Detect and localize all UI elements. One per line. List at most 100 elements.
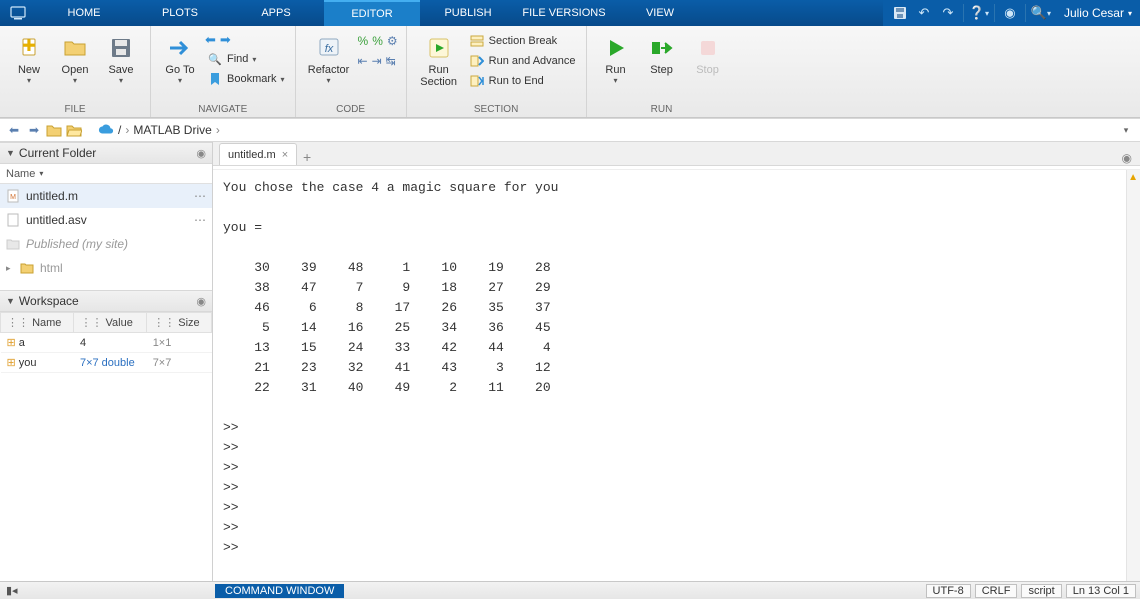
main-area: ▼ Current Folder ◉ Name ▾ M untitled.m ⋯… [0,142,1140,581]
ribbon: ✚ New ▾ Open ▾ Save ▾ FILE Go To ▾ [0,26,1140,118]
section-break-button[interactable]: Section Break [467,32,578,50]
folder-icon [6,237,20,251]
find-button[interactable]: 🔍 Find ▾ [205,50,287,68]
nav-up-folder-icon[interactable] [46,122,62,138]
app-icon [0,0,36,26]
status-filetype[interactable]: script [1021,584,1061,598]
item-menu-icon[interactable]: ⋯ [194,189,206,203]
status-collapse-icon[interactable]: ▮◂ [6,584,18,597]
find-icon: 🔍 [207,51,223,67]
settings-quick-icon[interactable]: ◉ [1001,4,1019,22]
nav-folder-open-icon[interactable] [66,122,82,138]
code-tools-row2[interactable]: ⇤⇥↹ [358,54,398,68]
open-button[interactable]: Open ▾ [54,30,96,85]
save-button[interactable]: Save ▾ [100,30,142,85]
ws-col-name[interactable]: ⋮⋮ Name [1,313,74,333]
redo-icon[interactable]: ↷ [939,4,957,22]
code-tools-row1[interactable]: %%⚙ [358,34,398,48]
path-root[interactable]: / [118,123,121,137]
tab-home[interactable]: HOME [36,0,132,26]
section-break-icon [469,33,485,49]
user-menu[interactable]: Julio Cesar ▾ [1056,6,1132,20]
ribbon-group-section: Run Section Section Break Run and Advanc… [407,26,587,117]
svg-text:fx: fx [324,43,333,55]
refactor-button[interactable]: fx Refactor ▾ [304,30,354,85]
nav-fwd-icon[interactable]: ➡ [26,122,42,138]
gear-icon[interactable]: ◉ [196,295,206,308]
current-folder-header[interactable]: Name ▾ [0,164,212,184]
run-advance-icon [469,53,485,69]
current-folder-title[interactable]: ▼ Current Folder ◉ [0,142,212,164]
run-to-end-button[interactable]: Run to End [467,72,578,90]
folder-html[interactable]: ▸ html [0,256,212,280]
bookmark-icon [207,71,223,87]
gear-icon[interactable]: ◉ [196,147,206,160]
svg-text:✚: ✚ [22,38,35,55]
folder-icon [20,261,34,275]
prev-next-icons[interactable]: ⬅➡ [205,32,287,48]
editor-area: untitled.m × + ◉ You chose the case 4 a … [213,142,1140,581]
new-button[interactable]: ✚ New ▾ [8,30,50,85]
ws-row[interactable]: ⊞ a 4 1×1 [1,333,212,353]
ribbon-group-navigate: Go To ▾ ⬅➡ 🔍 Find ▾ Bookmark ▾ NAVIG [151,26,296,117]
ws-col-size[interactable]: ⋮⋮ Size [147,313,212,333]
tab-gear-icon[interactable]: ◉ [1122,151,1140,165]
editor-scrollbar[interactable]: ▲ [1126,170,1140,581]
warning-icon[interactable]: ▲ [1128,172,1138,183]
save-quick-icon[interactable] [891,4,909,22]
undo-icon[interactable]: ↶ [915,4,933,22]
current-folder-list: M untitled.m ⋯ untitled.asv ⋯ Published … [0,184,212,280]
workspace-title[interactable]: ▼ Workspace ◉ [0,290,212,312]
tab-view[interactable]: VIEW [612,0,708,26]
bookmark-button[interactable]: Bookmark ▾ [205,70,287,88]
item-menu-icon[interactable]: ⋯ [194,213,206,227]
folder-published[interactable]: Published (my site) [0,232,212,256]
var-icon: ⊞ [7,357,16,369]
nav-back-icon[interactable]: ⬅ [6,122,22,138]
tab-editor[interactable]: EDITOR [324,0,420,26]
status-position[interactable]: Ln 13 Col 1 [1066,584,1136,598]
path-bar: ⬅ ➡ / › MATLAB Drive › ▾ [0,118,1140,142]
left-column: ▼ Current Folder ◉ Name ▾ M untitled.m ⋯… [0,142,213,581]
search-icon[interactable]: 🔍 ▾ [1032,4,1050,22]
file-untitled-m[interactable]: M untitled.m ⋯ [0,184,212,208]
ws-row[interactable]: ⊞ you 7×7 double 7×7 [1,353,212,373]
tab-publish[interactable]: PUBLISH [420,0,516,26]
editor-content[interactable]: You chose the case 4 a magic square for … [213,170,1126,581]
m-file-icon: M [6,189,20,203]
svg-text:M: M [10,194,16,201]
quick-access-toolbar: ↶ ↷ ❔ ▾ ◉ 🔍 ▾ Julio Cesar ▾ [883,0,1140,26]
step-button[interactable]: Step [641,30,683,76]
workspace-table: ⋮⋮ Name ⋮⋮ Value ⋮⋮ Size ⊞ a 4 1×1 ⊞ you… [0,312,212,373]
run-button[interactable]: Run ▾ [595,30,637,85]
tab-file-versions[interactable]: FILE VERSIONS [516,0,612,26]
path-folder[interactable]: MATLAB Drive [133,123,211,137]
path-dropdown-icon[interactable]: ▾ [1118,122,1134,138]
cloud-icon[interactable] [98,122,114,138]
run-to-end-icon [469,73,485,89]
file-untitled-asv[interactable]: untitled.asv ⋯ [0,208,212,232]
file-icon [6,213,20,227]
var-icon: ⊞ [7,337,16,349]
user-name: Julio Cesar [1064,6,1124,20]
add-tab-button[interactable]: + [297,149,317,165]
command-window-tab[interactable]: COMMAND WINDOW [215,584,344,598]
status-eol[interactable]: CRLF [975,584,1018,598]
ribbon-group-run: Run ▾ Step Stop RUN [587,26,737,117]
tab-apps[interactable]: APPS [228,0,324,26]
ws-col-value[interactable]: ⋮⋮ Value [74,313,147,333]
stop-button[interactable]: Stop [687,30,729,76]
ribbon-group-file: ✚ New ▾ Open ▾ Save ▾ FILE [0,26,151,117]
run-advance-button[interactable]: Run and Advance [467,52,578,70]
ribbon-group-code: fx Refactor ▾ %%⚙ ⇤⇥↹ CODE [296,26,407,117]
status-encoding[interactable]: UTF-8 [926,584,971,598]
help-icon[interactable]: ❔ ▾ [970,4,988,22]
goto-button[interactable]: Go To ▾ [159,30,201,85]
run-section-button[interactable]: Run Section [415,30,463,88]
status-bar: ▮◂ COMMAND WINDOW UTF-8 CRLF script Ln 1… [0,581,1140,599]
top-tabstrip: HOME PLOTS APPS EDITOR PUBLISH FILE VERS… [0,0,1140,26]
editor-tab-untitled[interactable]: untitled.m × [219,143,297,165]
close-icon[interactable]: × [282,149,288,161]
editor-tabbar: untitled.m × + ◉ [213,142,1140,166]
tab-plots[interactable]: PLOTS [132,0,228,26]
